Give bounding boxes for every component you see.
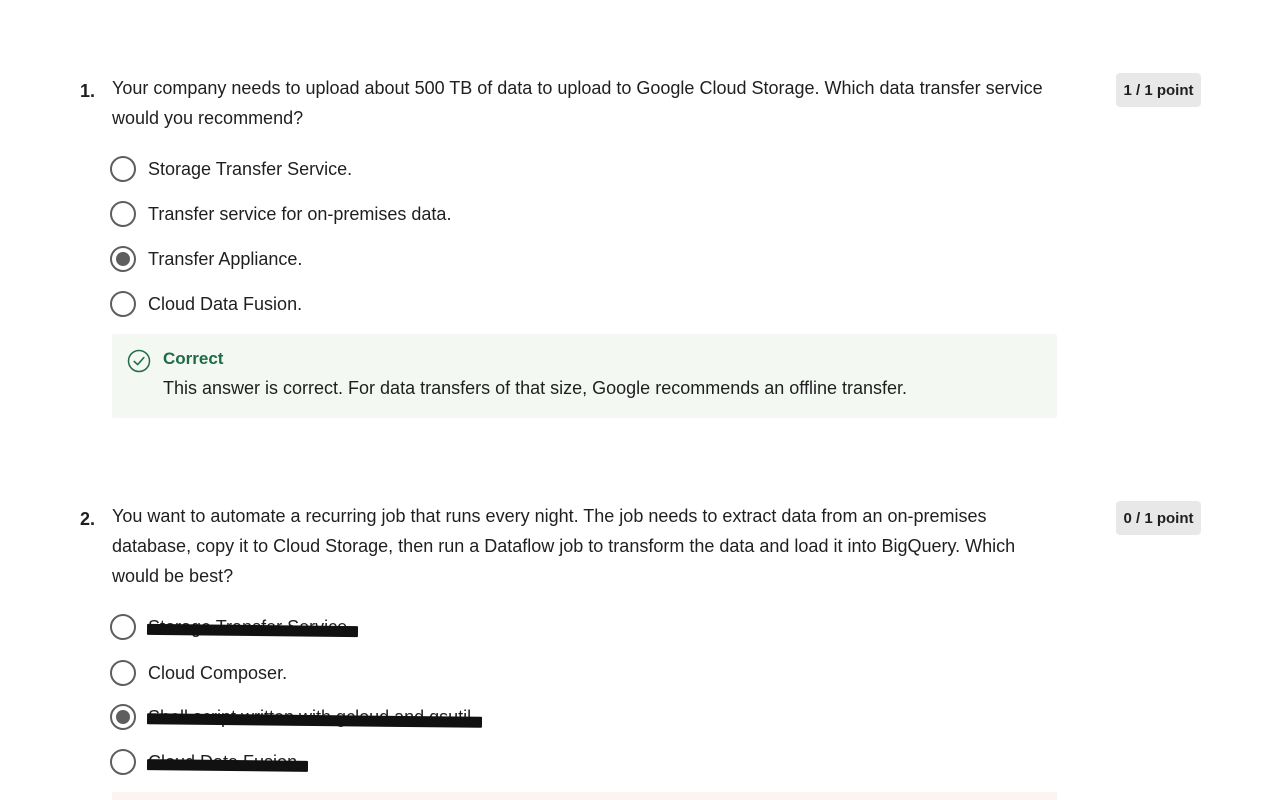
option-label-redacted: Shell script written with gcloud and gsu… <box>146 707 483 728</box>
radio-button[interactable] <box>110 201 136 227</box>
radio-button[interactable] <box>110 749 136 775</box>
option-label: Storage Transfer Service. <box>148 158 353 179</box>
question-text: You want to automate a recurring job tha… <box>112 506 1016 586</box>
question-number: 1. <box>80 81 96 101</box>
radio-button-selected[interactable] <box>110 246 136 272</box>
check-circle-icon <box>127 349 151 373</box>
feedback-correct: Correct This answer is correct. For data… <box>112 334 1057 418</box>
feedback-incorrect <box>112 792 1057 800</box>
question-text: Your company needs to upload about 500 T… <box>112 78 1043 128</box>
option-label-redacted: Cloud Data Fusion. <box>146 752 309 773</box>
score-badge: 0 / 1 point <box>1116 501 1201 535</box>
option-cloud-data-fusion[interactable]: Cloud Data Fusion. <box>110 747 309 777</box>
option-storage-transfer-service[interactable]: Storage Transfer Service. <box>110 612 359 642</box>
feedback-text: This answer is correct. For data transfe… <box>163 378 907 398</box>
feedback-title: Correct <box>163 349 224 368</box>
radio-button[interactable] <box>110 291 136 317</box>
radio-selected-dot <box>116 252 130 266</box>
option-shell-script[interactable]: Shell script written with gcloud and gsu… <box>110 702 483 732</box>
radio-button[interactable] <box>110 156 136 182</box>
option-transfer-appliance[interactable]: Transfer Appliance. <box>110 244 302 274</box>
score-badge: 1 / 1 point <box>1116 73 1201 107</box>
quiz-results-page: 1. Your company needs to upload about 50… <box>0 0 1279 800</box>
option-label: Cloud Data Fusion. <box>148 293 303 314</box>
redaction-mark <box>146 623 359 637</box>
option-label: Cloud Composer. <box>148 662 288 683</box>
radio-button[interactable] <box>110 660 136 686</box>
option-transfer-service-on-premises[interactable]: Transfer service for on-premises data. <box>110 199 451 229</box>
option-label-redacted: Storage Transfer Service. <box>146 617 359 638</box>
option-cloud-data-fusion[interactable]: Cloud Data Fusion. <box>110 289 302 319</box>
option-label: Transfer Appliance. <box>148 248 303 269</box>
option-cloud-composer[interactable]: Cloud Composer. <box>110 658 287 688</box>
question-number: 2. <box>80 509 96 529</box>
radio-button[interactable] <box>110 614 136 640</box>
option-storage-transfer-service[interactable]: Storage Transfer Service. <box>110 154 352 184</box>
redaction-mark <box>146 758 309 772</box>
radio-button-selected[interactable] <box>110 704 136 730</box>
radio-selected-dot <box>116 710 130 724</box>
option-label: Transfer service for on-premises data. <box>148 203 452 224</box>
